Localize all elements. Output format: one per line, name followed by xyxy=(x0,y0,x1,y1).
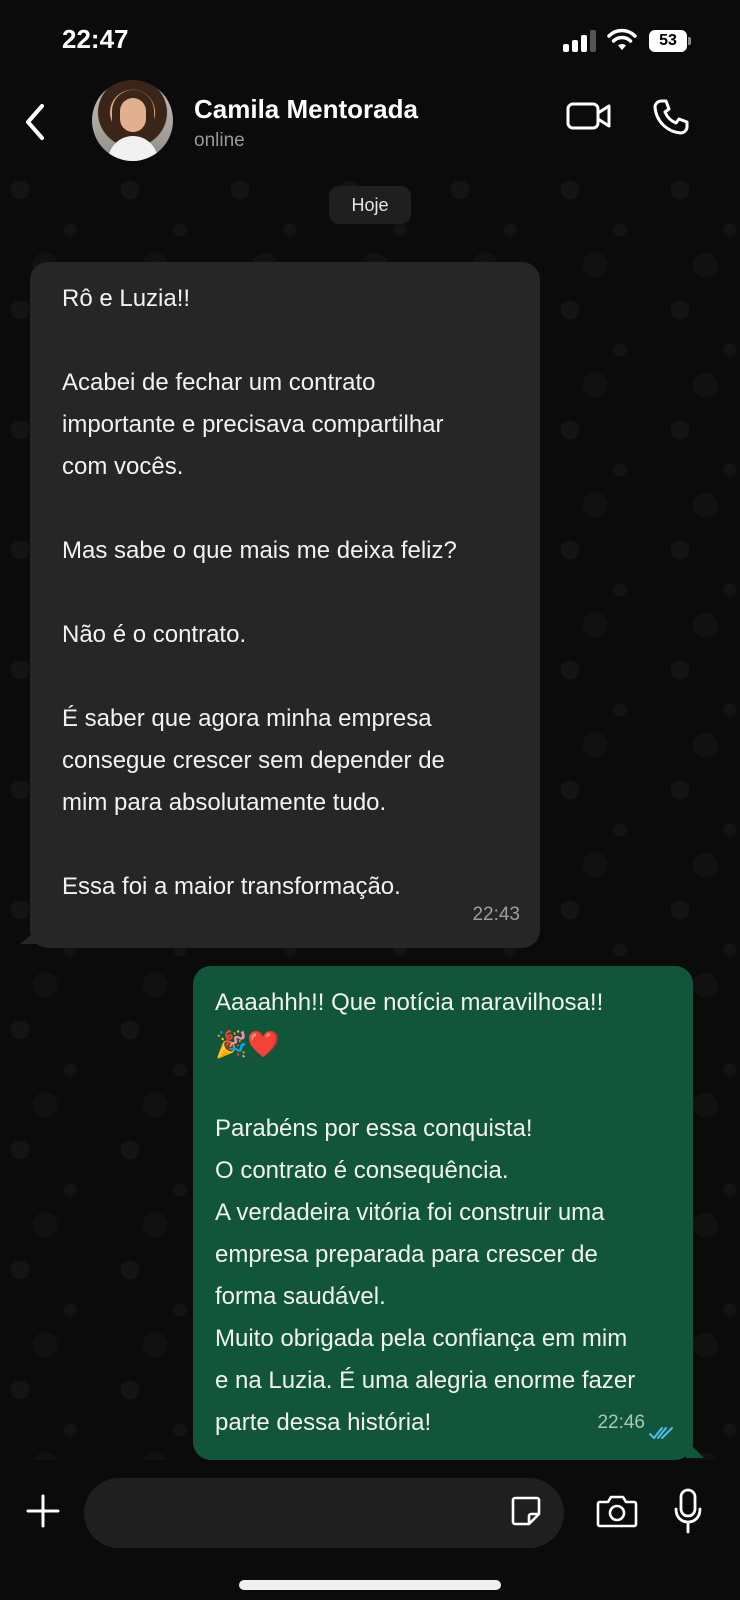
contact-name[interactable]: Camila Mentorada xyxy=(194,94,418,125)
message-line: A verdadeira vitória foi construir uma xyxy=(215,1199,605,1226)
message-outgoing[interactable]: Aaaahhh!! Que notícia maravilhosa!! 🎉❤️ Pa… xyxy=(193,966,693,1460)
message-line-gap xyxy=(62,824,518,866)
battery-level: 53 xyxy=(649,30,687,52)
message-line-gap xyxy=(62,656,518,698)
message-line: e na Luzia. É uma alegria enorme fazer xyxy=(215,1367,636,1394)
home-indicator xyxy=(239,1580,501,1590)
avatar[interactable] xyxy=(92,80,173,161)
signal-icon xyxy=(563,30,597,52)
status-bar: 22:47 53 xyxy=(0,0,740,80)
message-line: Essa foi a maior transformação. xyxy=(62,873,401,900)
message-line-gap xyxy=(62,320,518,362)
contact-status: online xyxy=(194,130,245,151)
chat-header: Camila Mentorada online xyxy=(0,80,740,170)
microphone-icon[interactable] xyxy=(674,1488,702,1534)
date-chip: Hoje xyxy=(329,186,411,224)
message-line-gap xyxy=(215,1066,671,1108)
message-line: O contrato é consequência. xyxy=(215,1157,509,1184)
message-incoming[interactable]: Rô e Luzia!! Acabei de fechar um contrato… xyxy=(30,262,540,948)
message-input[interactable] xyxy=(84,1478,564,1548)
message-line: consegue crescer sem depender de xyxy=(62,747,445,774)
camera-icon[interactable] xyxy=(596,1494,638,1528)
message-line-gap xyxy=(62,488,518,530)
back-icon[interactable] xyxy=(20,100,50,144)
message-text: Rô e Luzia!! Acabei de fechar um contrato… xyxy=(62,278,518,908)
message-line: Aaaahhh!! Que notícia maravilhosa!! xyxy=(215,989,604,1016)
input-bar xyxy=(0,1460,740,1600)
message-line: com vocês. xyxy=(62,453,184,480)
message-time: 22:46 xyxy=(597,1412,645,1433)
battery-icon: 53 xyxy=(649,30,691,52)
message-time: 22:43 xyxy=(472,904,520,925)
message-line: Acabei de fechar um contrato xyxy=(62,369,376,396)
message-line: empresa preparada para crescer de xyxy=(215,1241,598,1268)
message-line: Rô e Luzia!! xyxy=(62,285,191,312)
plus-icon[interactable] xyxy=(26,1494,60,1528)
wifi-icon xyxy=(607,28,637,50)
message-line: importante e precisava compartilhar xyxy=(62,411,444,438)
message-line: Mas sabe o que mais me deixa feliz? xyxy=(62,537,457,564)
message-line: É saber que agora minha empresa xyxy=(62,705,432,732)
message-text: Aaaahhh!! Que notícia maravilhosa!! 🎉❤️ Pa… xyxy=(215,982,671,1444)
message-line: Não é o contrato. xyxy=(62,621,247,648)
status-time: 22:47 xyxy=(62,24,129,54)
sticker-icon[interactable] xyxy=(510,1495,542,1527)
phone-call-icon[interactable] xyxy=(652,98,690,136)
message-line: forma saudável. xyxy=(215,1283,386,1310)
message-line: 🎉❤️ xyxy=(215,1030,280,1060)
message-line: mim para absolutamente tudo. xyxy=(62,789,387,816)
video-call-icon[interactable] xyxy=(566,100,612,132)
read-receipt-icon xyxy=(649,1427,673,1440)
message-line-gap xyxy=(62,572,518,614)
message-line: Muito obrigada pela confiança em mim xyxy=(215,1325,628,1352)
message-line: Parabéns por essa conquista! xyxy=(215,1115,533,1142)
